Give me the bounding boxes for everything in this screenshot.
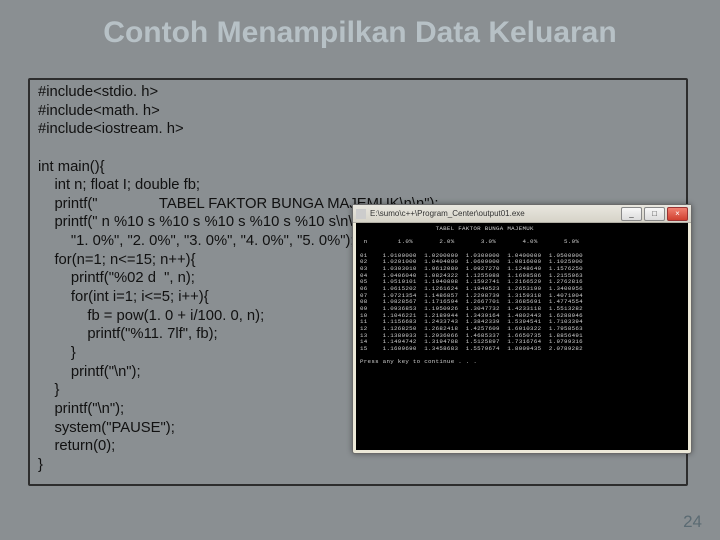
- console-path: E:\sumo\c++\Program_Center\output01.exe: [370, 209, 525, 218]
- app-icon: [356, 209, 366, 219]
- slide-title: Contoh Menampilkan Data Keluaran: [0, 16, 720, 50]
- page-number: 24: [683, 512, 702, 532]
- maximize-button[interactable]: □: [644, 207, 665, 221]
- console-output: TABEL FAKTOR BUNGA MAJEMUK n 1.0% 2.0% 3…: [356, 223, 688, 450]
- minimize-button[interactable]: _: [621, 207, 642, 221]
- console-titlebar: E:\sumo\c++\Program_Center\output01.exe …: [353, 205, 691, 223]
- console-window: E:\sumo\c++\Program_Center\output01.exe …: [352, 204, 692, 454]
- close-button[interactable]: ×: [667, 207, 688, 221]
